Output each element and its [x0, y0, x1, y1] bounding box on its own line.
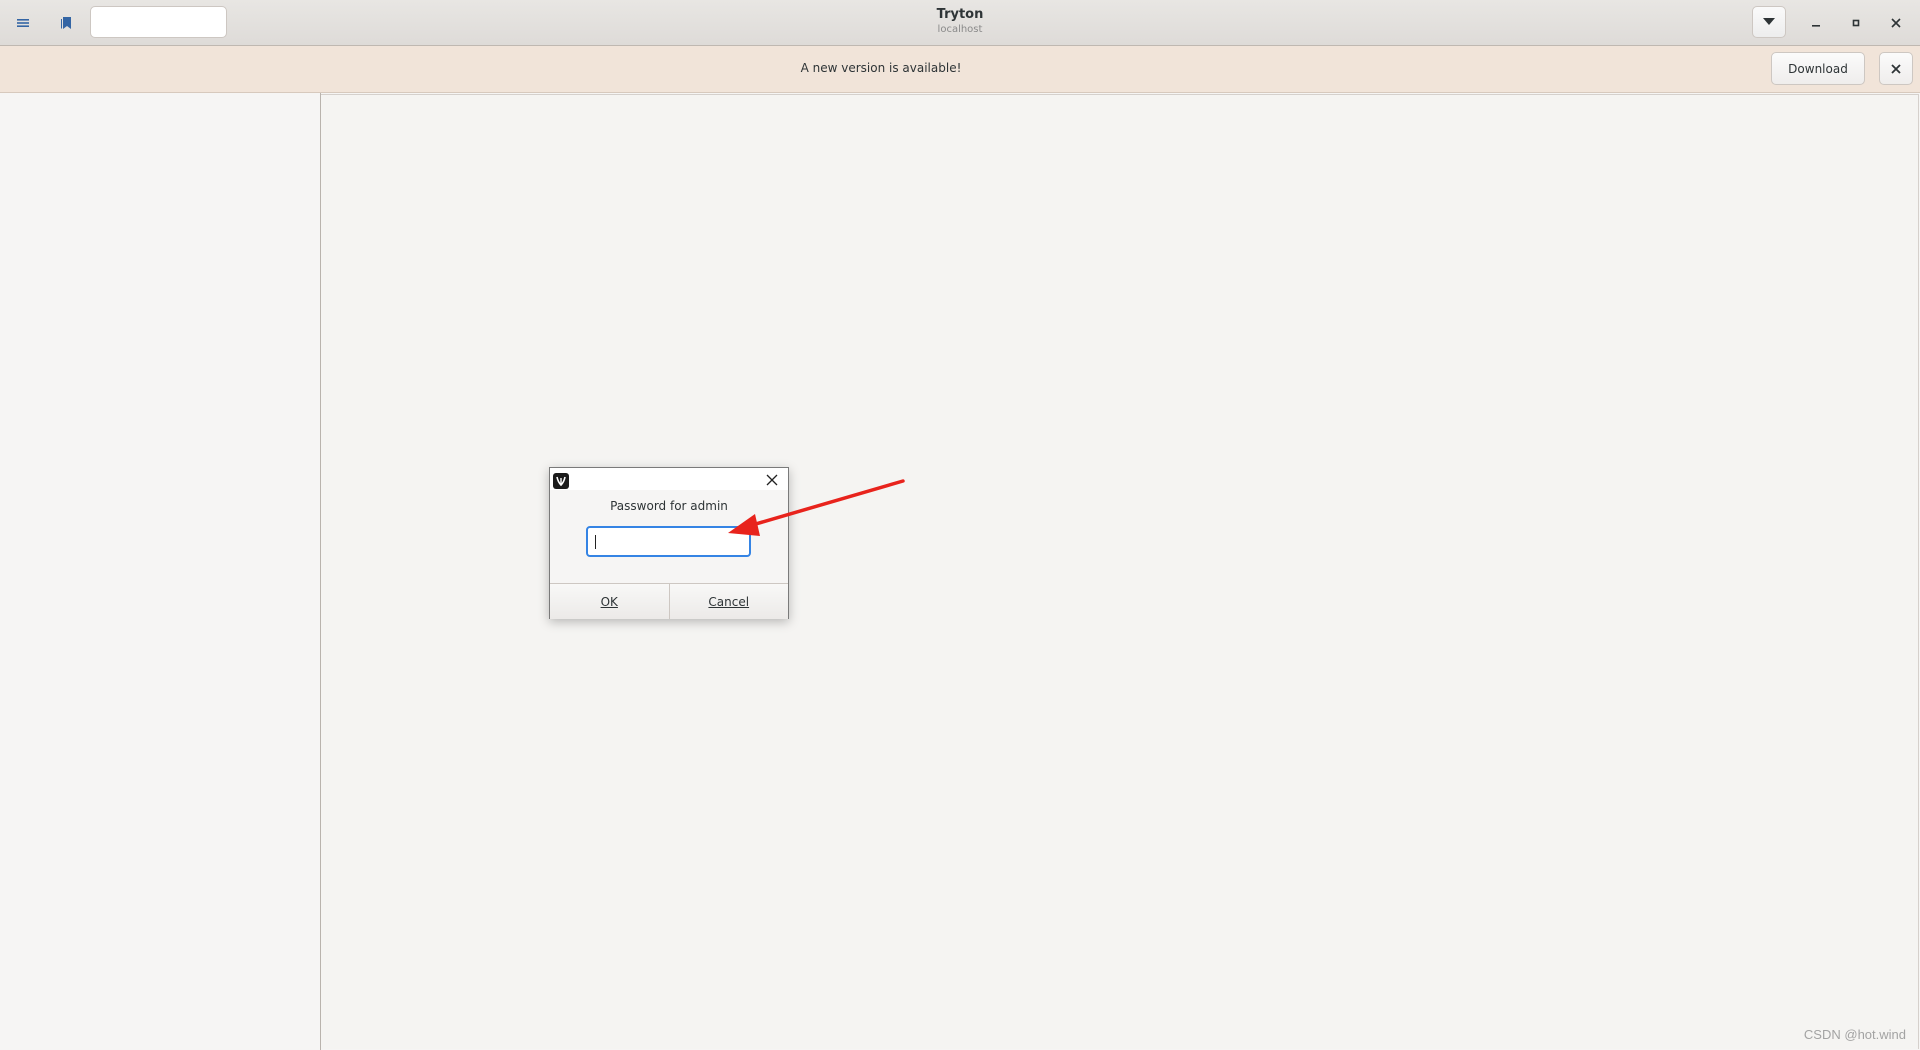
infobar-close-button[interactable] [1879, 52, 1913, 85]
chevron-down-icon [1763, 18, 1775, 25]
download-button[interactable]: Download [1771, 52, 1865, 85]
cancel-button-label: Cancel [708, 594, 750, 609]
dialog-body: Password for admin [550, 490, 788, 590]
close-icon [766, 474, 778, 486]
watermark: CSDN @hot.wind [1803, 1027, 1906, 1042]
cancel-button[interactable]: Cancel [668, 584, 788, 619]
server-subtitle: localhost [937, 24, 983, 35]
window-title: Tryton localhost [0, 7, 1920, 37]
maximize-icon [1852, 19, 1860, 27]
update-infobar: A new version is available! Download [0, 46, 1920, 93]
header-bar: Tryton localhost [0, 0, 1920, 46]
window-close-button[interactable] [1881, 8, 1911, 38]
minimize-icon [1812, 25, 1820, 27]
ok-button-label: OK [600, 594, 618, 609]
password-input[interactable] [586, 526, 751, 557]
minimize-button[interactable] [1801, 8, 1831, 38]
maximize-button[interactable] [1841, 8, 1871, 38]
dialog-close-button[interactable] [762, 470, 782, 490]
app-title: Tryton [936, 7, 984, 22]
close-icon [1891, 18, 1901, 28]
close-icon [1891, 63, 1901, 74]
menu-sidebar[interactable] [0, 93, 320, 1050]
password-prompt-label: Password for admin [610, 499, 728, 513]
text-caret [595, 535, 596, 549]
menu-dropdown-button[interactable] [1752, 6, 1786, 38]
update-message: A new version is available! [800, 61, 962, 75]
password-dialog: Password for admin OK Cancel [549, 467, 789, 619]
dialog-titlebar[interactable] [550, 468, 788, 490]
tryton-logo-icon [553, 473, 569, 489]
ok-button[interactable]: OK [550, 584, 669, 619]
dialog-actions: OK Cancel [550, 583, 788, 619]
